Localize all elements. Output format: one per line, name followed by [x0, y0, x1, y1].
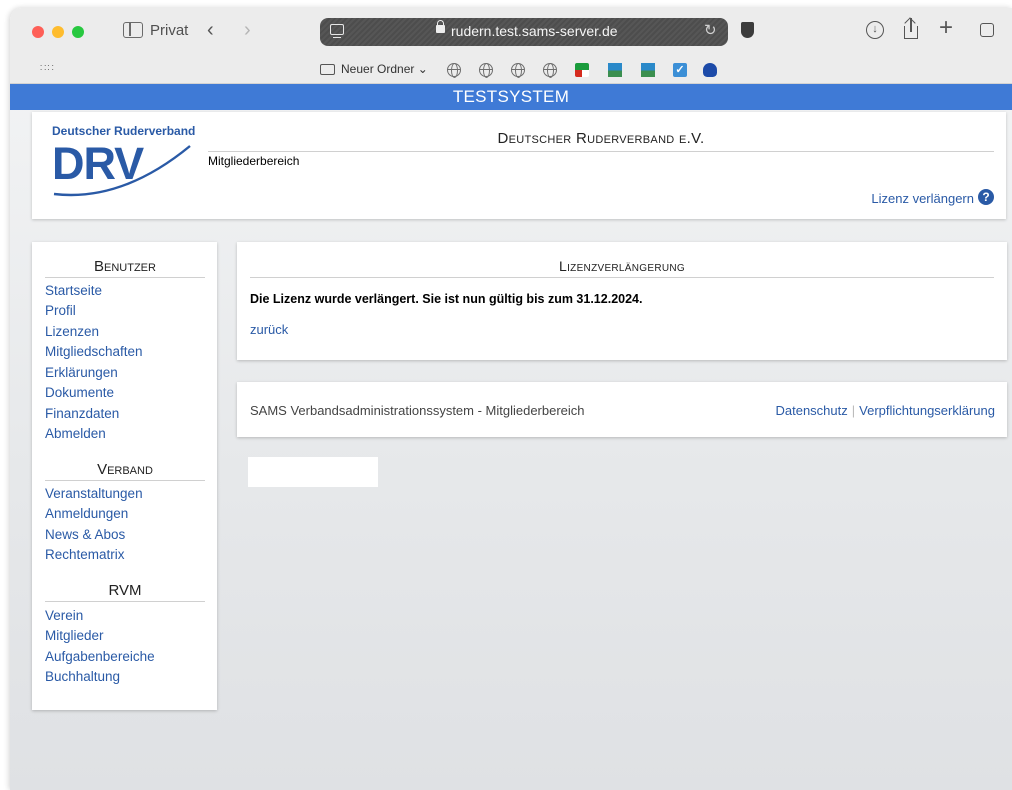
url-text[interactable]: rudern.test.sams-server.de: [451, 23, 618, 39]
nav-link-rechtematrix[interactable]: Rechtematrix: [45, 547, 125, 562]
folder-icon[interactable]: [320, 64, 335, 75]
favorites-folder-label[interactable]: Neuer Ordner ⌄: [341, 62, 428, 76]
logo-text: Deutscher Ruderverband: [52, 124, 196, 138]
renewal-confirmation-message: Die Lizenz wurde verlängert. Sie ist nun…: [250, 292, 643, 306]
empty-panel: [248, 457, 378, 487]
close-window-button[interactable]: [32, 26, 44, 38]
browser-window: Privat ‹ › rudern.test.sams-server.de ↻ …: [10, 8, 1012, 790]
footer-links: Datenschutz | Verpflichtungserklärung: [775, 403, 995, 418]
globe-icon[interactable]: [543, 63, 557, 78]
share-icon[interactable]: [904, 17, 918, 40]
sea-favicon[interactable]: [641, 63, 655, 77]
privacy-shield-icon[interactable]: [741, 22, 754, 38]
globe-icon[interactable]: [447, 63, 461, 78]
lock-icon: [436, 20, 445, 33]
privacy-link[interactable]: Datenschutz: [775, 403, 847, 418]
nav-link-profil[interactable]: Profil: [45, 303, 76, 318]
globe-icon[interactable]: [511, 63, 525, 78]
help-icon[interactable]: ?: [978, 189, 994, 205]
alien-favicon[interactable]: [703, 63, 717, 77]
footer-system-name: SAMS Verbandsadministrationssystem - Mit…: [250, 403, 585, 418]
license-renewal-card: Lizenzverlängerung Die Lizenz wurde verl…: [237, 242, 1007, 360]
check-favicon[interactable]: ✓: [673, 63, 687, 77]
site-footer: SAMS Verbandsadministrationssystem - Mit…: [237, 382, 1007, 437]
nav-section-title-rvm: RVM: [45, 582, 205, 602]
browser-toolbar: Privat ‹ › rudern.test.sams-server.de ↻ …: [10, 8, 1012, 56]
area-subtitle: Mitgliederbereich: [208, 154, 300, 168]
nav-link-abmelden[interactable]: Abmelden: [45, 426, 106, 441]
nav-link-news-abos[interactable]: News & Abos: [45, 527, 125, 542]
nav-link-mitgliedschaften[interactable]: Mitgliedschaften: [45, 344, 143, 359]
tab-overview-icon[interactable]: [976, 23, 994, 42]
reload-icon[interactable]: ↻: [704, 21, 717, 39]
commitment-declaration-link[interactable]: Verpflichtungserklärung: [859, 403, 995, 418]
download-icon[interactable]: ↓: [866, 21, 884, 39]
grid-icon[interactable]: ∷∷: [40, 63, 55, 74]
nav-link-finanzdaten[interactable]: Finanzdaten: [45, 406, 119, 421]
footer-separator: |: [851, 403, 856, 418]
back-link[interactable]: zurück: [250, 322, 288, 337]
page-menu-icon[interactable]: [330, 24, 344, 39]
nav-link-veranstaltungen[interactable]: Veranstaltungen: [45, 486, 143, 501]
side-navigation: Benutzer Startseite Profil Lizenzen Mitg…: [32, 242, 217, 710]
nav-link-anmeldungen[interactable]: Anmeldungen: [45, 506, 128, 521]
sidebar-icon[interactable]: [123, 22, 143, 38]
nav-link-mitglieder[interactable]: Mitglieder: [45, 628, 104, 643]
new-tab-icon[interactable]: +: [939, 16, 953, 40]
nav-link-aufgabenbereiche[interactable]: Aufgabenbereiche: [45, 649, 155, 664]
renew-license-link[interactable]: Lizenz verlängern: [871, 191, 974, 206]
organization-title: Deutscher Ruderverband e.V.: [208, 130, 994, 152]
minimize-window-button[interactable]: [52, 26, 64, 38]
testsystem-banner: TESTSYSTEM: [10, 84, 1012, 110]
globe-icon[interactable]: [479, 63, 493, 78]
nrw-favicon[interactable]: [575, 63, 589, 77]
zoom-window-button[interactable]: [72, 26, 84, 38]
private-mode-label[interactable]: Privat: [150, 22, 188, 39]
sea-favicon[interactable]: [608, 63, 622, 77]
nav-section-title-benutzer: Benutzer: [45, 258, 205, 278]
nav-link-erklaerungen[interactable]: Erklärungen: [45, 365, 118, 380]
card-title: Lizenzverlängerung: [250, 258, 994, 278]
nav-link-dokumente[interactable]: Dokumente: [45, 385, 114, 400]
nav-link-startseite[interactable]: Startseite: [45, 283, 102, 298]
logo-swoosh-icon: [53, 145, 191, 197]
web-page: TESTSYSTEM Deutscher Ruderverband DRV De…: [10, 84, 1012, 790]
favorites-bar: ∷∷ Neuer Ordner ⌄ ✓: [10, 56, 1012, 84]
nav-link-lizenzen[interactable]: Lizenzen: [45, 324, 99, 339]
site-header: Deutscher Ruderverband DRV Deutscher Rud…: [32, 112, 1006, 219]
nav-link-buchhaltung[interactable]: Buchhaltung: [45, 669, 120, 684]
back-icon[interactable]: ‹: [207, 20, 214, 40]
address-bar[interactable]: rudern.test.sams-server.de ↻: [320, 18, 728, 46]
forward-icon[interactable]: ›: [244, 20, 251, 40]
nav-section-title-verband: Verband: [45, 461, 205, 481]
nav-link-verein[interactable]: Verein: [45, 608, 83, 623]
